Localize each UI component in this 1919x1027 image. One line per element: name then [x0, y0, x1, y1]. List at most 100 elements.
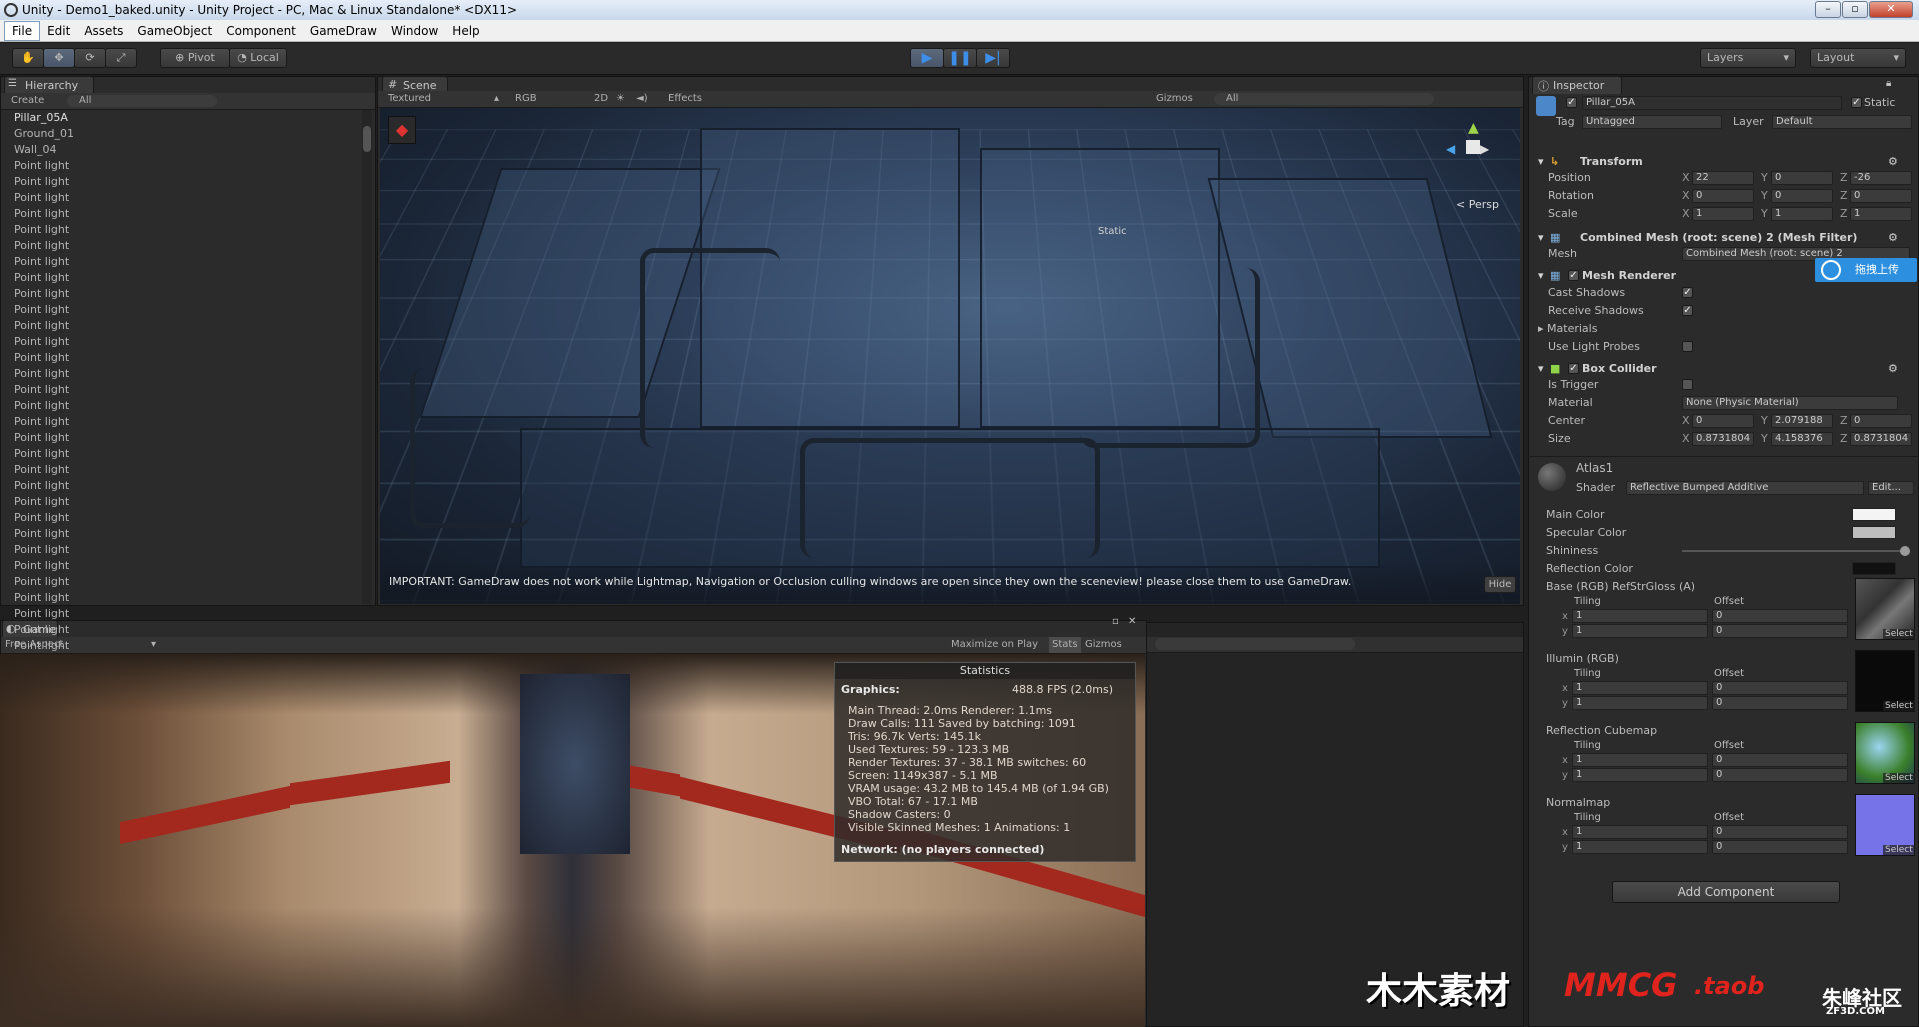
- collider-center-z-field[interactable]: 0: [1850, 414, 1912, 428]
- texture-3-tiling-y[interactable]: 1: [1572, 840, 1708, 854]
- hierarchy-item[interactable]: Point light: [14, 286, 69, 302]
- stats-toggle[interactable]: Stats: [1049, 637, 1081, 653]
- pivot-toggle[interactable]: ⊕ Pivot: [160, 48, 230, 68]
- texture-1-select-button[interactable]: Select: [1883, 701, 1915, 711]
- create-dropdown[interactable]: Create: [11, 93, 44, 109]
- texture-0-offset-y[interactable]: 0: [1712, 624, 1848, 638]
- collider-center-x-field[interactable]: 0: [1692, 414, 1754, 428]
- texture-1-offset-y[interactable]: 0: [1712, 696, 1848, 710]
- effects-dropdown[interactable]: Effects: [668, 91, 702, 107]
- active-checkbox[interactable]: ✓: [1566, 97, 1577, 108]
- hierarchy-scrollbar[interactable]: [362, 110, 372, 604]
- transform-scale-x-field[interactable]: 1: [1692, 207, 1754, 221]
- texture-2-select-button[interactable]: Select: [1883, 773, 1915, 783]
- close-button[interactable]: ✕: [1869, 1, 1913, 18]
- hierarchy-item[interactable]: Point light: [14, 606, 69, 622]
- color-mode-dropdown[interactable]: RGB: [515, 91, 537, 107]
- close-window-icon[interactable]: ✕: [1128, 616, 1136, 627]
- transform-position-z-field[interactable]: -26: [1850, 171, 1912, 185]
- reflection-color-swatch[interactable]: [1852, 562, 1896, 575]
- project-search-input[interactable]: [1155, 638, 1355, 650]
- texture-2-tiling-x[interactable]: 1: [1572, 753, 1708, 767]
- hierarchy-item[interactable]: Point light: [14, 542, 69, 558]
- hierarchy-item[interactable]: Point light: [14, 558, 69, 574]
- texture-0-tiling-y[interactable]: 1: [1572, 624, 1708, 638]
- hierarchy-item[interactable]: Point light: [14, 334, 69, 350]
- hierarchy-item[interactable]: Point light: [14, 494, 69, 510]
- menu-window[interactable]: Window: [384, 20, 445, 41]
- menu-file[interactable]: File: [4, 21, 40, 41]
- scale-tool-button[interactable]: ⤢: [105, 48, 137, 68]
- materials-foldout[interactable]: ▸ Materials: [1538, 322, 1597, 335]
- texture-3-select-button[interactable]: Select: [1883, 845, 1915, 855]
- hierarchy-item[interactable]: Point light: [14, 366, 69, 382]
- transform-scale-z-field[interactable]: 1: [1850, 207, 1912, 221]
- physic-material-field[interactable]: None (Physic Material): [1682, 396, 1898, 410]
- transform-rotation-x-field[interactable]: 0: [1692, 189, 1754, 203]
- texture-2-offset-x[interactable]: 0: [1712, 753, 1848, 767]
- menu-component[interactable]: Component: [219, 20, 303, 41]
- maximize-window-icon[interactable]: ▫: [1112, 616, 1119, 627]
- menu-edit[interactable]: Edit: [40, 20, 77, 41]
- use-light-probes-checkbox[interactable]: [1682, 341, 1693, 352]
- is-trigger-checkbox[interactable]: [1682, 379, 1693, 390]
- hierarchy-item[interactable]: Point light: [14, 478, 69, 494]
- component-settings-icon[interactable]: ⚙: [1888, 360, 1898, 378]
- hierarchy-item[interactable]: Point light: [14, 382, 69, 398]
- hierarchy-item[interactable]: Wall_04: [14, 142, 57, 158]
- hierarchy-item[interactable]: Point light: [14, 510, 69, 526]
- layout-dropdown[interactable]: Layout ▾: [1810, 48, 1906, 68]
- shininess-slider[interactable]: [1682, 550, 1908, 552]
- menu-gameobject[interactable]: GameObject: [130, 20, 219, 41]
- receive-shadows-checkbox[interactable]: ✓: [1682, 305, 1693, 316]
- audio-icon[interactable]: ◄): [636, 91, 648, 107]
- hierarchy-item[interactable]: Point light: [14, 446, 69, 462]
- hierarchy-item[interactable]: Point light: [14, 318, 69, 334]
- texture-3-tiling-x[interactable]: 1: [1572, 825, 1708, 839]
- hierarchy-item[interactable]: Point light: [14, 222, 69, 238]
- transform-position-x-field[interactable]: 22: [1692, 171, 1754, 185]
- texture-0-offset-x[interactable]: 0: [1712, 609, 1848, 623]
- hierarchy-item[interactable]: Point light: [14, 254, 69, 270]
- hierarchy-item[interactable]: Point light: [14, 462, 69, 478]
- hierarchy-item[interactable]: Point light: [14, 526, 69, 542]
- texture-3-offset-y[interactable]: 0: [1712, 840, 1848, 854]
- scene-gizmo-axes[interactable]: ▲ ◀ ▶: [1444, 120, 1500, 176]
- menu-assets[interactable]: Assets: [77, 20, 130, 41]
- component-settings-icon[interactable]: ⚙: [1888, 229, 1898, 247]
- transform-header[interactable]: ▾ ↳ Transform ⚙: [1536, 153, 1918, 171]
- hierarchy-item[interactable]: Pillar_05A: [14, 110, 68, 126]
- box-collider-enabled-checkbox[interactable]: ✓: [1568, 363, 1579, 374]
- transform-rotation-z-field[interactable]: 0: [1850, 189, 1912, 203]
- tab-hierarchy[interactable]: Hierarchy: [4, 76, 94, 94]
- collider-size-y-field[interactable]: 4.158376: [1771, 432, 1833, 446]
- transform-position-y-field[interactable]: 0: [1771, 171, 1833, 185]
- hierarchy-item[interactable]: Point light: [14, 574, 69, 590]
- layers-dropdown[interactable]: Layers ▾: [1700, 48, 1796, 68]
- hierarchy-item[interactable]: Point light: [14, 174, 69, 190]
- draw-mode-dropdown[interactable]: Textured: [388, 91, 431, 107]
- scene-search-input[interactable]: All: [1214, 93, 1434, 105]
- maximize-on-play-toggle[interactable]: Maximize on Play: [951, 637, 1038, 653]
- transform-scale-y-field[interactable]: 1: [1771, 207, 1833, 221]
- lighting-icon[interactable]: ☀: [616, 91, 625, 107]
- component-settings-icon[interactable]: ⚙: [1888, 153, 1898, 171]
- hierarchy-item[interactable]: Point light: [14, 398, 69, 414]
- texture-1-tiling-x[interactable]: 1: [1572, 681, 1708, 695]
- hierarchy-item[interactable]: Point light: [14, 622, 69, 638]
- hierarchy-item[interactable]: Ground_01: [14, 126, 74, 142]
- shader-dropdown[interactable]: Reflective Bumped Additive: [1626, 481, 1864, 495]
- hierarchy-item[interactable]: Point light: [14, 206, 69, 222]
- texture-1-offset-x[interactable]: 0: [1712, 681, 1848, 695]
- pause-button[interactable]: ❚❚: [943, 48, 977, 68]
- hierarchy-item[interactable]: Point light: [14, 238, 69, 254]
- hierarchy-item[interactable]: Point light: [14, 350, 69, 366]
- hierarchy-item[interactable]: Point light: [14, 190, 69, 206]
- scene-gizmos-dropdown[interactable]: Gizmos: [1156, 91, 1193, 107]
- persp-label[interactable]: < Persp: [1456, 198, 1499, 211]
- local-toggle[interactable]: ◔ Local: [229, 48, 287, 68]
- shader-edit-button[interactable]: Edit...: [1868, 481, 1914, 495]
- play-button[interactable]: ▶: [910, 48, 944, 68]
- texture-0-select-button[interactable]: Select: [1883, 629, 1915, 639]
- layer-dropdown[interactable]: Default: [1772, 115, 1912, 129]
